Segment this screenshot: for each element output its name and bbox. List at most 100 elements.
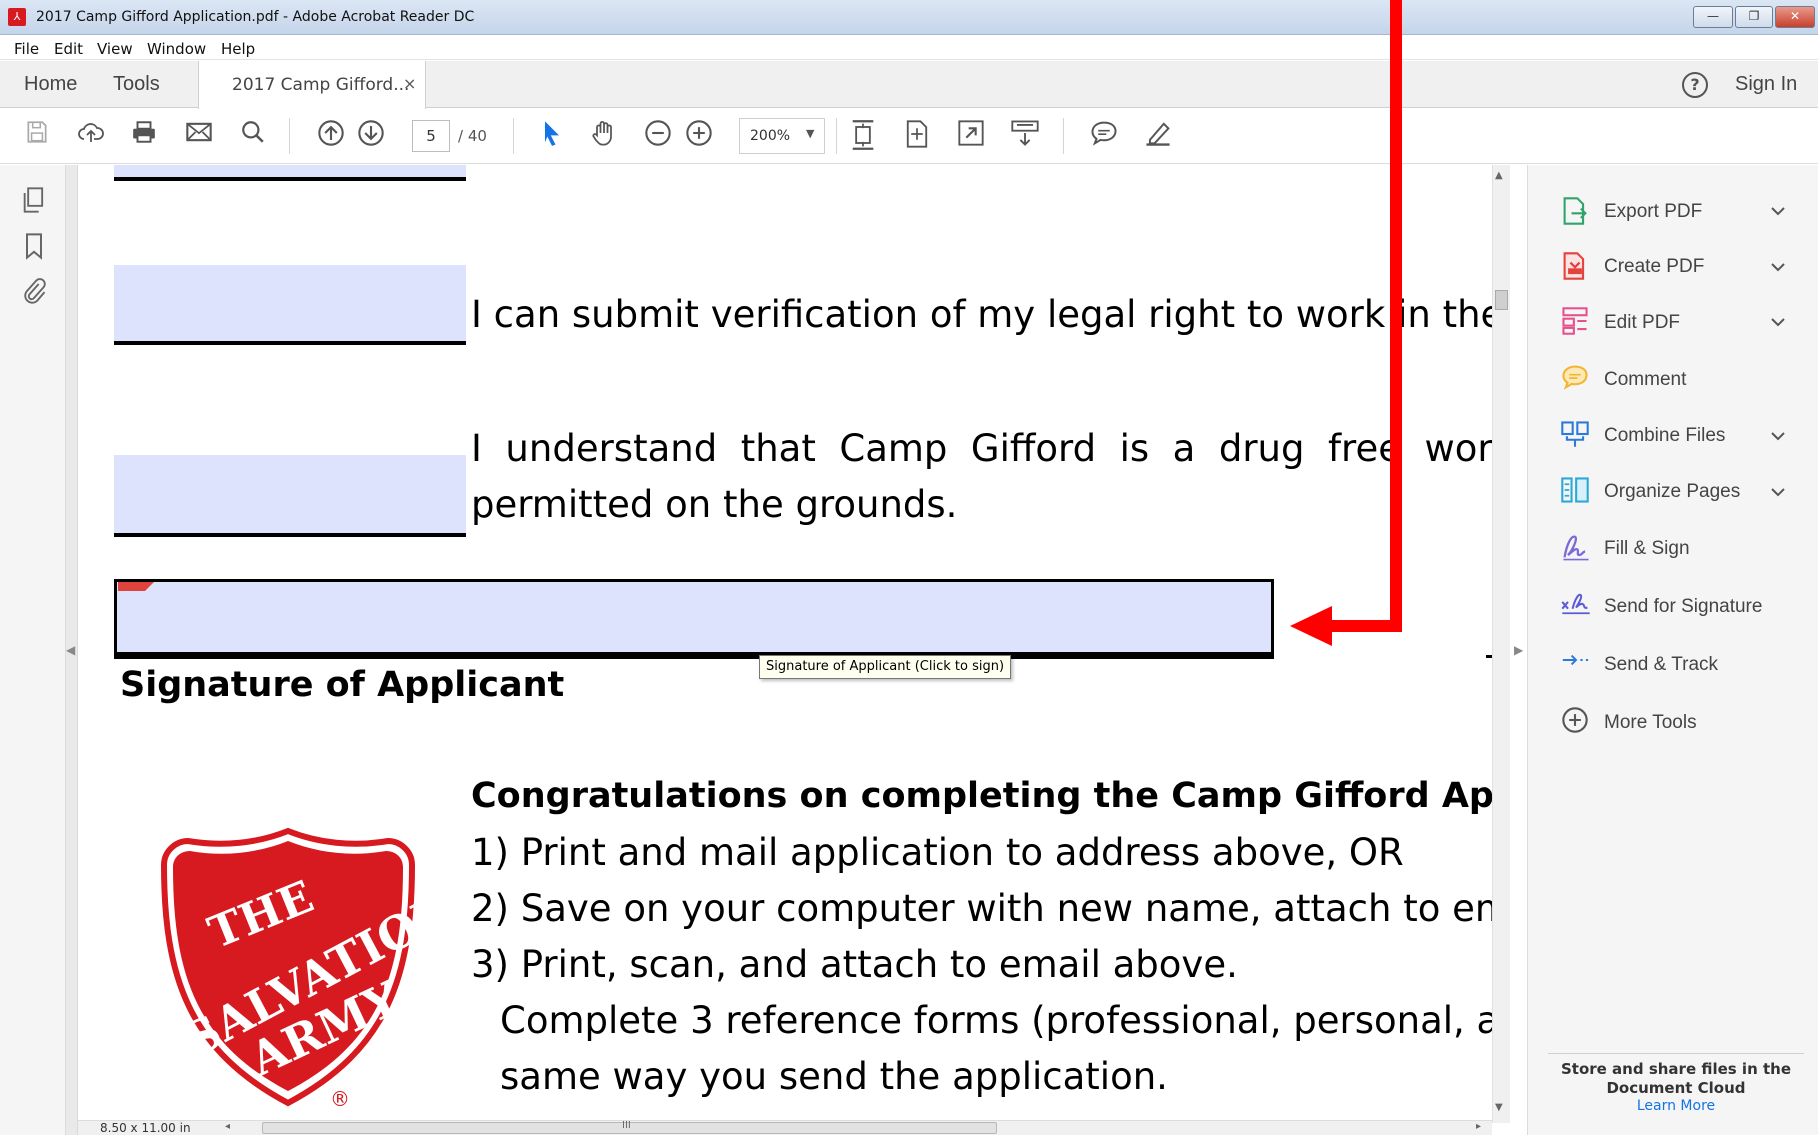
menu-file[interactable]: File — [14, 40, 39, 58]
signature-tooltip: Signature of Applicant (Click to sign) — [759, 655, 1012, 679]
instruction-step-3: 3) Print, scan, and attach to email abov… — [471, 943, 1238, 986]
vertical-scroll-thumb[interactable] — [1495, 290, 1508, 310]
annotation-arrow-shaft — [1390, 0, 1402, 632]
field-underline — [114, 533, 466, 537]
signature-underline — [114, 653, 1274, 659]
combine-files-icon — [1560, 419, 1590, 449]
email-icon[interactable] — [182, 119, 216, 153]
edit-pdf-icon — [1560, 306, 1590, 336]
menu-view[interactable]: View — [97, 40, 133, 58]
tool-label: Organize Pages — [1604, 481, 1741, 502]
close-tab-icon[interactable]: × — [403, 74, 416, 93]
page-thumbnails-icon[interactable] — [18, 186, 50, 218]
instruction-references: Complete 3 reference forms (professional… — [500, 999, 1492, 1042]
toolbar-divider — [1063, 118, 1064, 154]
checkbox-field-work-verification[interactable] — [114, 265, 466, 341]
hand-tool-icon[interactable] — [587, 119, 621, 153]
scrolling-mode-icon[interactable] — [846, 119, 880, 153]
minimize-button[interactable]: — — [1693, 6, 1733, 28]
chevron-down-icon: ▼ — [806, 127, 815, 140]
chevron-down-icon[interactable] — [1770, 202, 1786, 221]
toolbar-divider — [513, 118, 514, 154]
collapse-left-arrow-icon[interactable]: ◀ — [66, 643, 75, 657]
close-window-button[interactable]: ✕ — [1775, 6, 1815, 28]
salvation-army-logo: THE SALVATION ARMY — [148, 825, 465, 1110]
acrobat-app-icon: ⅄ — [8, 8, 26, 26]
form-field[interactable] — [114, 165, 466, 177]
signature-label: Signature of Applicant — [120, 665, 565, 705]
comment-icon[interactable] — [1087, 119, 1121, 153]
document-tab-label: 2017 Camp Gifford... — [232, 75, 410, 95]
help-icon[interactable]: ? — [1682, 72, 1708, 98]
cloud-upload-icon[interactable] — [74, 119, 108, 153]
more-tools-icon — [1560, 706, 1590, 736]
organize-pages-icon — [1560, 475, 1590, 505]
restore-button[interactable]: ❐ — [1735, 6, 1773, 28]
search-icon[interactable] — [236, 119, 270, 153]
print-icon[interactable] — [127, 119, 161, 153]
select-cursor-icon[interactable] — [535, 119, 569, 153]
field-underline — [114, 341, 466, 345]
document-cloud-promo: Store and share files in the Document Cl… — [1560, 1060, 1791, 1097]
instruction-send-same-way: same way you send the application. — [500, 1055, 1168, 1098]
toolbar-divider — [289, 118, 290, 154]
fit-page-icon[interactable] — [900, 119, 934, 153]
menu-help[interactable]: Help — [221, 40, 255, 58]
annotation-arrow-head-icon — [1290, 606, 1332, 646]
checkbox-field-drug-free[interactable] — [114, 455, 466, 533]
window-title: 2017 Camp Gifford Application.pdf - Adob… — [36, 9, 475, 25]
chevron-down-icon[interactable] — [1770, 313, 1786, 332]
fill-sign-icon — [1560, 532, 1590, 562]
highlight-pen-icon[interactable] — [1141, 119, 1175, 153]
tool-label: Comment — [1604, 369, 1687, 390]
chevron-down-icon[interactable] — [1770, 483, 1786, 502]
tool-label: Create PDF — [1604, 256, 1705, 277]
registered-mark: ® — [330, 1087, 350, 1111]
signature-field[interactable] — [114, 579, 1274, 655]
menu-bar — [0, 35, 1818, 60]
scroll-right-arrow-icon[interactable]: ▸ — [1476, 1121, 1481, 1132]
chevron-down-icon[interactable] — [1770, 427, 1786, 446]
left-navigation-rail — [0, 165, 66, 1135]
scroll-up-arrow-icon[interactable]: ▲ — [1495, 170, 1503, 181]
comment-icon — [1560, 363, 1590, 393]
tool-label: Send & Track — [1604, 654, 1719, 675]
collapse-right-arrow-icon[interactable]: ▶ — [1514, 643, 1523, 657]
field-underline — [114, 177, 466, 181]
toolbar-divider — [836, 118, 837, 154]
send-signature-icon — [1560, 590, 1590, 620]
zoom-out-icon[interactable] — [641, 119, 675, 153]
sign-in-button[interactable]: Sign In — [1735, 73, 1797, 96]
page-number-input[interactable]: 5 — [412, 120, 450, 152]
work-verification-text: I can submit verification of my legal ri… — [471, 293, 1492, 336]
previous-page-icon[interactable] — [314, 119, 348, 153]
export-pdf-icon — [1560, 196, 1590, 226]
tab-tools[interactable]: Tools — [113, 73, 160, 96]
zoom-in-icon[interactable] — [682, 119, 716, 153]
chevron-down-icon[interactable] — [1770, 258, 1786, 277]
drug-free-text-line1: I understand that Camp Gifford is a drug… — [471, 427, 1492, 470]
congratulations-heading: Congratulations on completing the Camp G… — [471, 776, 1492, 816]
save-icon[interactable] — [20, 119, 54, 153]
next-page-icon[interactable] — [354, 119, 388, 153]
tool-label: More Tools — [1604, 712, 1697, 733]
scroll-left-arrow-icon[interactable]: ◂ — [225, 1121, 230, 1132]
scroll-thumb-grip: III — [622, 1120, 631, 1131]
learn-more-link[interactable]: Learn More — [1548, 1098, 1804, 1114]
annotation-arrow-arm — [1332, 620, 1402, 632]
instruction-step-1: 1) Print and mail application to address… — [471, 831, 1404, 874]
tool-label: Export PDF — [1604, 201, 1703, 222]
full-screen-icon[interactable] — [954, 119, 988, 153]
attachments-icon[interactable] — [18, 277, 50, 309]
bookmarks-icon[interactable] — [18, 232, 50, 264]
document-view[interactable]: I can submit verification of my legal ri… — [78, 165, 1492, 1120]
menu-window[interactable]: Window — [147, 40, 206, 58]
instruction-step-2: 2) Save on your computer with new name, … — [471, 887, 1492, 930]
create-pdf-icon — [1560, 251, 1590, 281]
menu-edit[interactable]: Edit — [54, 40, 83, 58]
tab-home[interactable]: Home — [24, 73, 77, 96]
scroll-down-arrow-icon[interactable]: ▼ — [1495, 1102, 1503, 1113]
tool-label: Edit PDF — [1604, 312, 1681, 333]
tool-label: Send for Signature — [1604, 596, 1763, 617]
read-mode-icon[interactable] — [1008, 119, 1042, 153]
